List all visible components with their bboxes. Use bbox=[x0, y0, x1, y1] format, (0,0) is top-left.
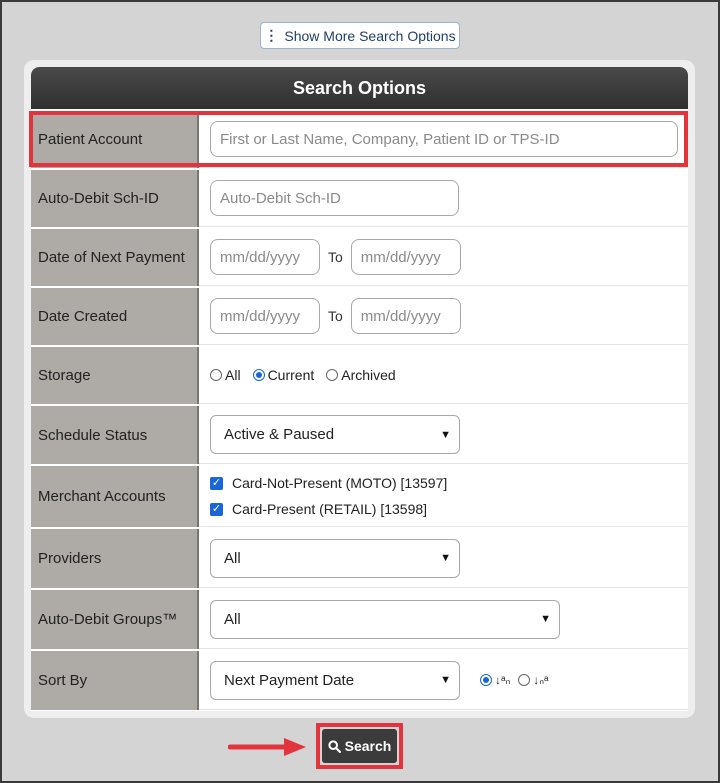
panel-title: Search Options bbox=[31, 67, 688, 109]
date-created-to-label: To bbox=[328, 308, 343, 324]
storage-option-all[interactable]: All bbox=[210, 367, 241, 383]
sort-descending-icon: ↓ₙᵃ bbox=[533, 673, 549, 687]
sort-by-label: Sort By bbox=[31, 651, 199, 710]
merchant-account-item[interactable]: ✓ Card-Not-Present (MOTO) [13597] bbox=[210, 475, 447, 491]
auto-debit-groups-select[interactable]: All ▼ bbox=[210, 599, 560, 639]
merchant-accounts-list: ✓ Card-Not-Present (MOTO) [13597] ✓ Card… bbox=[210, 475, 447, 517]
row-storage: Storage All Current Archived bbox=[31, 345, 688, 404]
date-created-to-input[interactable]: mm/dd/yyyy bbox=[350, 298, 461, 334]
row-patient-account: Patient Account First or Last Name, Comp… bbox=[31, 109, 688, 168]
sort-ascending-option[interactable]: ↓ᵃₙ bbox=[480, 673, 510, 687]
auto-debit-groups-label: Auto-Debit Groups™ bbox=[31, 590, 199, 649]
next-payment-to-label: To bbox=[328, 249, 343, 265]
chevron-down-icon: ▼ bbox=[540, 613, 551, 625]
chevron-down-icon: ▼ bbox=[440, 428, 451, 441]
show-more-options-button[interactable]: ⋮ Show More Search Options bbox=[260, 22, 460, 49]
row-merchant-accounts: Merchant Accounts ✓ Card-Not-Present (MO… bbox=[31, 464, 688, 527]
checkbox-checked-icon[interactable]: ✓ bbox=[210, 502, 223, 516]
arrow-right-icon bbox=[228, 738, 306, 756]
magnifier-icon bbox=[328, 739, 341, 753]
radio-selected-icon[interactable] bbox=[252, 369, 265, 381]
row-next-payment: Date of Next Payment mm/dd/yyyy To mm/dd… bbox=[31, 227, 688, 286]
merchant-accounts-label: Merchant Accounts bbox=[31, 466, 199, 527]
schedule-status-label: Schedule Status bbox=[31, 406, 199, 464]
show-more-options-label: Show More Search Options bbox=[284, 27, 456, 44]
radio-selected-icon[interactable] bbox=[480, 674, 492, 686]
storage-option-current[interactable]: Current bbox=[252, 367, 314, 383]
checkbox-checked-icon[interactable]: ✓ bbox=[210, 476, 223, 490]
auto-debit-id-label: Auto-Debit Sch-ID bbox=[31, 170, 199, 227]
sort-direction-group: ↓ᵃₙ ↓ₙᵃ bbox=[480, 673, 549, 687]
patient-account-input[interactable]: First or Last Name, Company, Patient ID … bbox=[210, 121, 678, 157]
row-providers: Providers All ▼ bbox=[31, 527, 688, 588]
providers-label: Providers bbox=[31, 529, 199, 588]
storage-option-archived[interactable]: Archived bbox=[326, 367, 396, 383]
schedule-status-select[interactable]: Active & Paused ▼ bbox=[210, 415, 460, 454]
search-options-form: Search Options Patient Account First or … bbox=[31, 67, 688, 711]
date-created-from-input[interactable]: mm/dd/yyyy bbox=[210, 298, 320, 334]
patient-account-label: Patient Account bbox=[31, 111, 199, 168]
providers-select[interactable]: All ▼ bbox=[210, 538, 460, 578]
row-auto-debit-groups: Auto-Debit Groups™ All ▼ bbox=[31, 588, 688, 649]
auto-debit-id-input[interactable]: Auto-Debit Sch-ID bbox=[210, 180, 459, 216]
sort-descending-option[interactable]: ↓ₙᵃ bbox=[518, 673, 549, 687]
storage-radio-group: All Current Archived bbox=[210, 367, 396, 383]
chevron-down-icon: ▼ bbox=[440, 674, 451, 686]
vertical-dots-icon: ⋮ bbox=[264, 27, 279, 43]
row-sort-by: Sort By Next Payment Date ▼ ↓ᵃₙ ↓ₙᵃ bbox=[31, 649, 688, 710]
row-auto-debit-id: Auto-Debit Sch-ID Auto-Debit Sch-ID bbox=[31, 168, 688, 227]
radio-icon[interactable] bbox=[518, 674, 531, 686]
search-button-highlight: Search bbox=[316, 723, 403, 769]
sort-ascending-icon: ↓ᵃₙ bbox=[495, 673, 511, 687]
search-options-panel: Search Options Patient Account First or … bbox=[24, 60, 695, 718]
row-schedule-status: Schedule Status Active & Paused ▼ bbox=[31, 404, 688, 464]
chevron-down-icon: ▼ bbox=[440, 552, 451, 564]
next-payment-from-input[interactable]: mm/dd/yyyy bbox=[210, 239, 320, 275]
date-created-label: Date Created bbox=[31, 288, 199, 345]
search-button[interactable]: Search bbox=[322, 729, 397, 763]
merchant-account-item[interactable]: ✓ Card-Present (RETAIL) [13598] bbox=[210, 501, 447, 517]
sort-by-select[interactable]: Next Payment Date ▼ bbox=[210, 660, 460, 700]
radio-icon[interactable] bbox=[210, 369, 222, 381]
storage-label: Storage bbox=[31, 347, 199, 404]
next-payment-to-input[interactable]: mm/dd/yyyy bbox=[350, 239, 461, 275]
search-button-label: Search bbox=[344, 738, 392, 754]
next-payment-label: Date of Next Payment bbox=[31, 229, 199, 286]
row-date-created: Date Created mm/dd/yyyy To mm/dd/yyyy bbox=[31, 286, 688, 345]
radio-icon[interactable] bbox=[326, 369, 339, 381]
